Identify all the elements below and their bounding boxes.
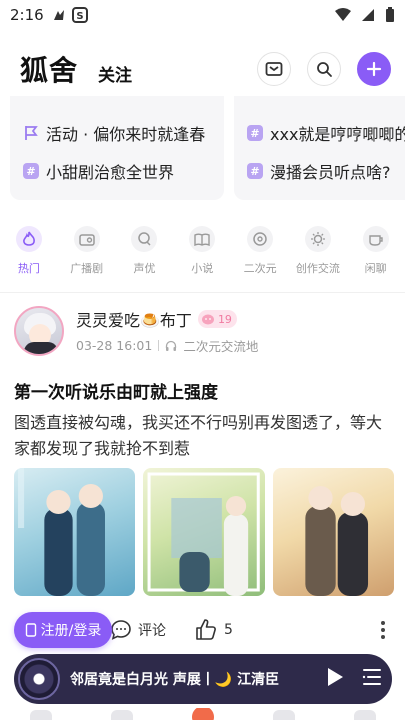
topic-label: xxx就是哼哼唧唧的 [270,125,405,144]
topic-item[interactable]: # 漫播会员听点啥? [246,152,405,190]
anime-icon [247,226,274,252]
flame-icon [15,226,42,252]
svg-text:S: S [76,11,83,22]
playlist-button[interactable] [362,668,382,690]
post-image[interactable] [143,468,265,596]
comment-icon [111,620,131,640]
tab-label: 声优 [133,262,156,275]
player-title[interactable]: 邻居竟是白月光 声展丨🌙 江清臣 [70,669,310,689]
topic-item[interactable]: # xxx就是哼哼唧唧的 [246,114,405,152]
battery-icon [386,7,394,22]
album-disc[interactable] [18,658,60,700]
topic-label: 小甜剧治愈全世界 [46,163,175,182]
voice-icon [131,226,158,252]
topic-card-left: 活动 · 偏你来时就逢春 # 小甜剧治愈全世界 [10,96,224,200]
thumbs-up-icon [196,619,216,640]
app-header: 狐舍 关注 [0,42,405,96]
post-time: 03-28 16:01 [76,338,153,353]
post-channel[interactable]: 二次元交流地 [183,336,258,355]
message-button[interactable] [257,52,291,86]
tab-label: 热门 [17,262,40,275]
phone-icon [25,623,36,637]
level-number: 19 [217,312,232,326]
post-image[interactable] [272,468,394,596]
tab-label: 小说 [191,262,214,275]
tab-voice-actor[interactable]: 声优 [116,226,174,282]
avatar[interactable] [14,306,64,356]
pig-icon [201,314,214,325]
tab-follow[interactable]: 关注 [98,61,132,86]
nav-profile-icon[interactable] [353,710,376,720]
comment-label: 评论 [138,623,166,639]
status-time: 2:16 [10,6,44,24]
mail-icon [265,62,283,76]
tab-hot[interactable]: 热门 [0,226,58,282]
register-login-label: 注册/登录 [40,623,102,639]
post-header: 灵灵爱吃🍮布丁 19 03-28 16:01 二次元交流地 [14,306,394,360]
radio-icon [73,226,100,252]
hashtag-icon: # [23,163,39,179]
post-image[interactable] [14,468,136,596]
tab-chat[interactable]: 闲聊 [347,226,405,282]
tab-label: 广播剧 [70,262,104,275]
username[interactable]: 灵灵爱吃🍮布丁 [76,307,192,331]
more-vertical-icon [381,621,385,639]
wifi-icon [335,8,351,21]
nav-discover-icon[interactable] [110,710,133,720]
search-button[interactable] [307,52,341,86]
signal-icon [362,9,374,21]
headphones-icon [166,340,177,351]
hashtag-icon: # [247,125,263,141]
post-actions: 评论 5 注册/登录 [14,612,394,648]
search-icon [316,61,332,77]
cup-icon [362,226,389,252]
app-s-icon: S [71,7,88,23]
topic-card-right: # xxx就是哼哼唧唧的 # 漫播会员听点啥? [234,96,405,200]
topic-label: 活动 · 偏你来时就逢春 [46,125,206,144]
tab-radio-drama[interactable]: 广播剧 [58,226,116,282]
notification-icon [53,10,64,20]
playlist-icon [362,669,381,685]
flag-icon [22,124,40,142]
hashtag-icon: # [247,163,263,179]
mini-player[interactable]: 邻居竟是白月光 声展丨🌙 江清臣 [14,654,392,704]
comment-button[interactable]: 评论 [110,619,166,641]
divider [0,292,405,293]
bulb-icon [304,226,331,252]
like-button[interactable]: 5 [194,618,233,642]
tab-label: 闲聊 [364,262,387,275]
level-badge: 19 [197,310,237,328]
topic-item[interactable]: # 小甜剧治愈全世界 [22,152,218,190]
plus-icon [366,61,382,77]
tab-novel[interactable]: 小说 [173,226,231,282]
tab-label: 二次元 [243,262,277,275]
post-body[interactable]: 图透直接被勾魂，我买还不行吗别再发图透了，等大家都发现了我就抢不到惹 [14,410,392,462]
nav-home-icon[interactable] [29,710,52,720]
tab-creation[interactable]: 创作交流 [289,226,347,282]
post-images [14,468,394,596]
nav-community-icon[interactable] [272,710,295,720]
topic-item[interactable]: 活动 · 偏你来时就逢春 [22,114,218,152]
play-button[interactable] [326,667,344,691]
tab-label: 创作交流 [295,262,340,275]
topic-label: 漫播会员听点啥? [270,163,391,182]
more-options-button[interactable] [380,620,386,644]
post-title[interactable]: 第一次听说乐由町就上强度 [14,378,218,403]
nav-center-icon[interactable] [191,708,214,720]
category-tabs: 热门 广播剧 声优 小说 二次元 创作交流 闲聊 [0,226,405,282]
book-icon [189,226,216,252]
topic-cards: 活动 · 偏你来时就逢春 # 小甜剧治愈全世界 # xxx就是哼哼唧唧的 # 漫… [10,96,405,200]
status-bar: 2:16 S [0,0,405,30]
page-title: 狐舍 [20,54,79,87]
like-count: 5 [224,622,233,638]
play-icon [328,668,343,686]
add-post-button[interactable] [357,52,391,86]
register-login-button[interactable]: 注册/登录 [14,612,112,648]
bottom-nav [0,708,405,720]
tab-anime[interactable]: 二次元 [231,226,289,282]
